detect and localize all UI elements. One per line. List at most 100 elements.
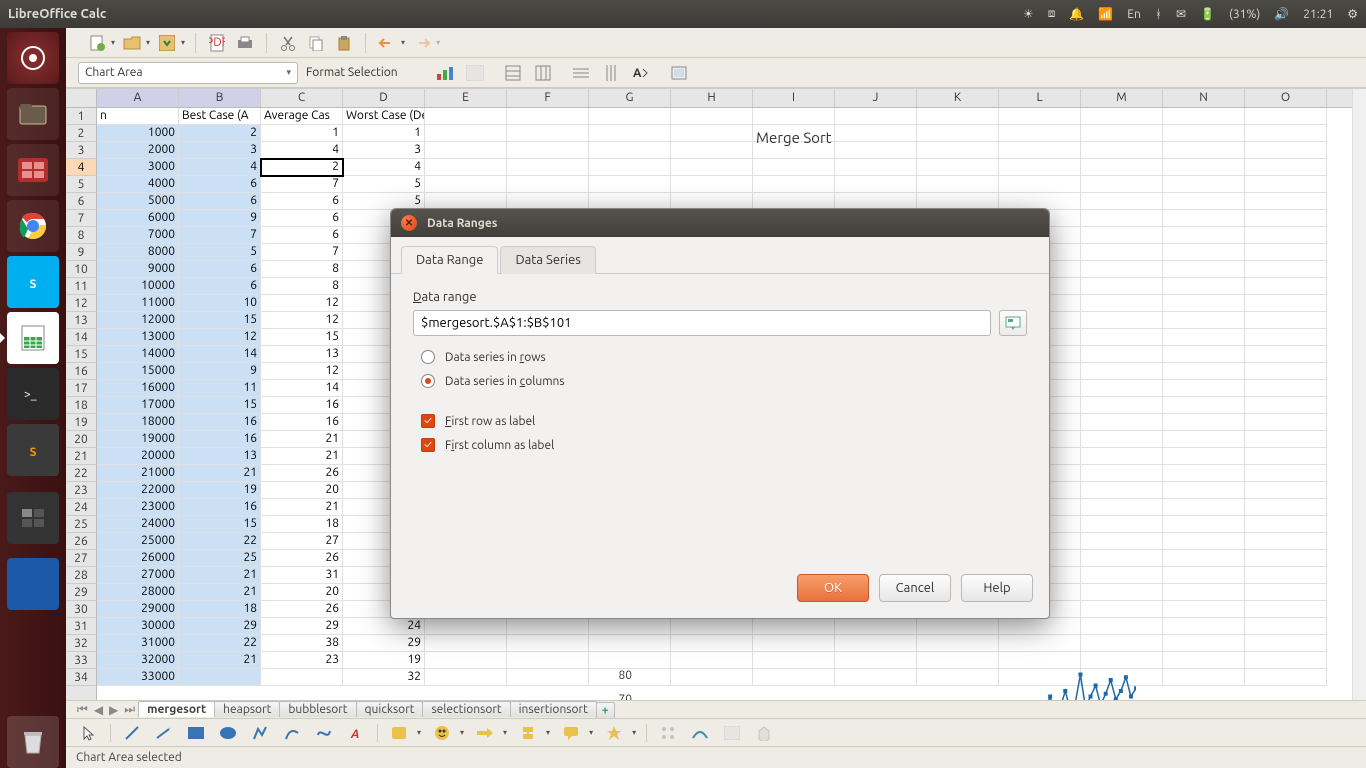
keyboard-lang[interactable]: En xyxy=(1127,8,1141,21)
tab-data-series[interactable]: Data Series xyxy=(500,246,596,274)
svg-text:S: S xyxy=(30,278,37,291)
new-doc-icon[interactable] xyxy=(86,32,108,54)
radio-rows[interactable]: Data series in rows xyxy=(421,350,1027,364)
launcher-sublime[interactable]: S xyxy=(7,424,59,476)
tab-nav-first[interactable]: ⏮ xyxy=(74,703,91,717)
help-button[interactable]: Help xyxy=(961,574,1033,602)
tab-nav-last[interactable]: ⏭ xyxy=(121,703,138,717)
launcher-dash[interactable] xyxy=(7,32,59,84)
chart-title: Merge Sort xyxy=(756,129,832,146)
tab-nav-next[interactable]: ▶ xyxy=(106,703,121,717)
callouts-icon[interactable] xyxy=(560,722,582,744)
undo-icon[interactable] xyxy=(376,32,398,54)
symbol-shapes-icon[interactable] xyxy=(431,722,453,744)
network-icon[interactable]: 📶 xyxy=(1098,7,1113,21)
text-scale-icon[interactable] xyxy=(668,62,690,84)
from-file-icon[interactable] xyxy=(721,722,743,744)
gear-icon[interactable]: ⚙ xyxy=(1347,7,1358,21)
radio-columns[interactable]: Data series in columns xyxy=(421,374,1027,388)
battery-text: (31%) xyxy=(1229,8,1260,21)
bluetooth-icon[interactable]: ᚼ xyxy=(1155,8,1162,21)
shrink-range-button[interactable] xyxy=(999,310,1027,336)
print-icon[interactable] xyxy=(234,32,256,54)
dropbox-icon[interactable]: ⧈ xyxy=(1048,7,1056,21)
clock[interactable]: 21:21 xyxy=(1303,8,1333,21)
extrusion-icon[interactable] xyxy=(753,722,775,744)
data-ranges-icon[interactable] xyxy=(502,62,524,84)
column-headers[interactable]: ABCDEFGHIJKLMNO xyxy=(97,89,1352,108)
polygon-icon[interactable] xyxy=(249,722,271,744)
stars-icon[interactable] xyxy=(603,722,625,744)
tab-nav-prev[interactable]: ◀ xyxy=(91,703,106,717)
cut-icon[interactable] xyxy=(277,32,299,54)
launcher-workspace[interactable] xyxy=(7,492,59,544)
launcher-terminal[interactable]: >_ xyxy=(7,368,59,420)
block-arrows-icon[interactable] xyxy=(474,722,496,744)
launcher-skype[interactable]: S xyxy=(7,256,59,308)
export-pdf-icon[interactable]: PDF xyxy=(206,32,228,54)
redo-icon[interactable] xyxy=(411,32,433,54)
sheet-tab-bubblesort[interactable]: bubblesort xyxy=(279,701,356,717)
launcher-trash[interactable] xyxy=(7,716,59,768)
launcher-app-red[interactable] xyxy=(7,144,59,196)
weather-icon[interactable]: ☀ xyxy=(1023,7,1034,21)
launcher-chrome[interactable] xyxy=(7,200,59,252)
tab-data-range[interactable]: Data Range xyxy=(401,246,498,274)
vertical-scrollbar[interactable] xyxy=(1352,89,1366,700)
select-all-corner[interactable] xyxy=(66,89,97,108)
open-icon[interactable] xyxy=(121,32,143,54)
format-selection-button[interactable]: Format Selection xyxy=(306,66,398,79)
text-icon[interactable]: A xyxy=(345,722,367,744)
arrow-line-icon[interactable] xyxy=(153,722,175,744)
vgrid-icon[interactable] xyxy=(600,62,622,84)
sheet-tab-insertionsort[interactable]: insertionsort xyxy=(510,701,597,717)
freeform-icon[interactable] xyxy=(313,722,335,744)
select-icon[interactable] xyxy=(78,722,100,744)
legend-icon[interactable]: A xyxy=(630,62,652,84)
dropdown-icon: ▾ xyxy=(286,67,291,78)
copy-icon[interactable] xyxy=(305,32,327,54)
rect-icon[interactable] xyxy=(185,722,207,744)
launcher-app-blue[interactable] xyxy=(7,558,59,610)
dialog-title: Data Ranges xyxy=(427,217,497,230)
paste-icon[interactable] xyxy=(333,32,355,54)
curve-icon[interactable] xyxy=(281,722,303,744)
cancel-button[interactable]: Cancel xyxy=(879,574,951,602)
bell-icon[interactable]: 🔔 xyxy=(1069,7,1084,21)
svg-text:A: A xyxy=(350,728,359,741)
sheet-tab-selectionsort[interactable]: selectionsort xyxy=(422,701,510,717)
line-icon[interactable] xyxy=(121,722,143,744)
check-first-row[interactable]: First row as label xyxy=(421,414,1027,428)
points-icon[interactable] xyxy=(657,722,679,744)
mail-icon[interactable]: ✉ xyxy=(1176,7,1186,21)
flowchart-icon[interactable] xyxy=(517,722,539,744)
launcher-files[interactable] xyxy=(7,88,59,140)
data-table-icon[interactable] xyxy=(532,62,554,84)
launcher-calc[interactable] xyxy=(7,312,59,364)
ellipse-icon[interactable] xyxy=(217,722,239,744)
save-icon[interactable] xyxy=(156,32,178,54)
close-icon[interactable]: ✕ xyxy=(401,215,417,231)
volume-icon[interactable]: 🔊 xyxy=(1274,7,1289,21)
statusbar: Chart Area selected xyxy=(66,746,1366,768)
basic-shapes-icon[interactable] xyxy=(388,722,410,744)
chart-plot[interactable]: ms) 8070605040 xyxy=(586,669,1146,700)
ok-button[interactable]: OK xyxy=(797,574,869,602)
fontwork-icon[interactable] xyxy=(689,722,711,744)
drawing-toolbar: A ▾ ▾ ▾ ▾ ▾ ▾ xyxy=(66,718,1366,746)
chart-yaxis: 8070605040 xyxy=(614,669,632,700)
sheet-tab-quicksort[interactable]: quicksort xyxy=(356,701,424,717)
data-range-input[interactable] xyxy=(413,310,991,336)
row-headers[interactable]: 1234567891011121314151617181920212223242… xyxy=(66,108,97,700)
range-picker-icon xyxy=(1005,316,1021,330)
chart-type-icon[interactable] xyxy=(434,62,456,84)
chart-area-icon[interactable] xyxy=(464,62,486,84)
hgrid-icon[interactable] xyxy=(570,62,592,84)
chart-element-selector[interactable]: Chart Area ▾ xyxy=(78,62,298,84)
sheet-tab-mergesort[interactable]: mergesort xyxy=(138,701,215,717)
check-first-col[interactable]: First column as label xyxy=(421,438,1027,452)
sheet-tab-heapsort[interactable]: heapsort xyxy=(214,701,280,717)
battery-icon[interactable]: 🔋 xyxy=(1200,7,1215,21)
add-sheet-button[interactable]: + xyxy=(596,702,615,718)
dialog-titlebar[interactable]: ✕ Data Ranges xyxy=(391,209,1049,237)
